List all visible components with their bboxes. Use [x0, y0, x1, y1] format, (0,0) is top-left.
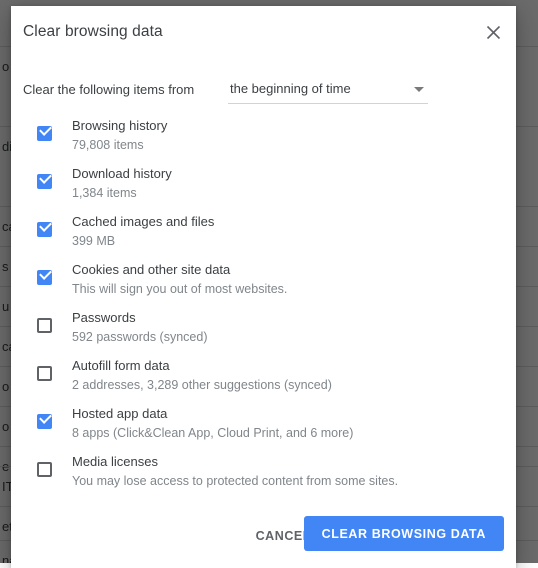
data-type-detail: This will sign you out of most websites.: [72, 282, 288, 296]
data-type-row[interactable]: Browsing history 79,808 items: [11, 114, 516, 162]
data-type-text: Cookies and other site data This will sig…: [72, 258, 287, 299]
data-type-row[interactable]: Cookies and other site data This will sig…: [11, 258, 516, 306]
data-type-checkbox-list: Browsing history 79,808 items Download his…: [11, 114, 516, 498]
data-type-text: Autofill form data 2 addresses, 3,289 oth…: [72, 354, 332, 395]
data-type-label: Cached images and files: [72, 214, 215, 229]
data-type-detail: 592 passwords (synced): [72, 330, 208, 344]
page-title: Clear browsing data: [23, 23, 163, 40]
data-type-label: Browsing history: [72, 118, 168, 133]
data-type-label: Download history: [72, 166, 172, 181]
data-type-text: Browsing history 79,808 items: [72, 114, 167, 155]
data-type-label: Hosted app data: [72, 406, 168, 421]
check-icon: [39, 411, 52, 424]
dialog-footer: CANCEL CLEAR BROWSING DATA: [11, 503, 516, 568]
data-type-detail: 1,384 items: [72, 186, 137, 200]
checkbox-unchecked[interactable]: [37, 318, 52, 333]
time-range-selected-value: the beginning of time: [230, 81, 351, 96]
data-type-text: Media licenses You may lose access to pro…: [72, 450, 398, 491]
checkbox-checked[interactable]: [37, 219, 52, 237]
time-range-select[interactable]: the beginning of time: [228, 77, 428, 104]
data-type-row[interactable]: Media licenses You may lose access to pro…: [11, 450, 516, 498]
data-type-row[interactable]: Cached images and files 399 MB: [11, 210, 516, 258]
check-icon: [39, 171, 52, 184]
data-type-label: Media licenses: [72, 454, 158, 469]
checkbox-checked[interactable]: [37, 171, 52, 189]
check-icon: [39, 267, 52, 280]
clear-browsing-data-button[interactable]: CLEAR BROWSING DATA: [303, 516, 504, 551]
data-type-detail: 8 apps (Click&Clean App, Cloud Print, an…: [72, 426, 354, 440]
data-type-row[interactable]: Passwords 592 passwords (synced): [11, 306, 516, 354]
data-type-text: Download history 1,384 items: [72, 162, 172, 203]
data-type-text: Hosted app data 8 apps (Click&Clean App, …: [72, 402, 353, 443]
time-range-row: Clear the following items from the begin…: [23, 80, 503, 106]
check-icon: [39, 123, 52, 136]
data-type-detail: 2 addresses, 3,289 other suggestions (sy…: [72, 378, 332, 392]
chevron-down-icon: [414, 87, 424, 92]
checkbox-checked[interactable]: [37, 267, 52, 285]
data-type-row[interactable]: Hosted app data 8 apps (Click&Clean App, …: [11, 402, 516, 450]
data-type-row[interactable]: Download history 1,384 items: [11, 162, 516, 210]
dialog-header: Clear browsing data: [11, 6, 516, 62]
check-icon: [39, 219, 52, 232]
data-type-detail: 79,808 items: [72, 138, 144, 152]
clear-browsing-data-dialog: Clear browsing data Clear the following …: [11, 6, 516, 568]
data-type-label: Autofill form data: [72, 358, 170, 373]
checkbox-unchecked[interactable]: [37, 462, 52, 477]
data-type-row[interactable]: Autofill form data 2 addresses, 3,289 oth…: [11, 354, 516, 402]
data-type-label: Passwords: [72, 310, 136, 325]
data-type-detail: You may lose access to protected content…: [72, 474, 399, 488]
data-type-text: Passwords 592 passwords (synced): [72, 306, 207, 347]
data-type-label: Cookies and other site data: [72, 262, 231, 277]
time-range-label: Clear the following items from: [23, 82, 195, 97]
close-icon[interactable]: [480, 19, 506, 45]
checkbox-checked[interactable]: [37, 411, 52, 429]
data-type-detail: 399 MB: [72, 234, 116, 248]
data-type-text: Cached images and files 399 MB: [72, 210, 214, 251]
checkbox-checked[interactable]: [37, 123, 52, 141]
checkbox-unchecked[interactable]: [37, 366, 52, 381]
